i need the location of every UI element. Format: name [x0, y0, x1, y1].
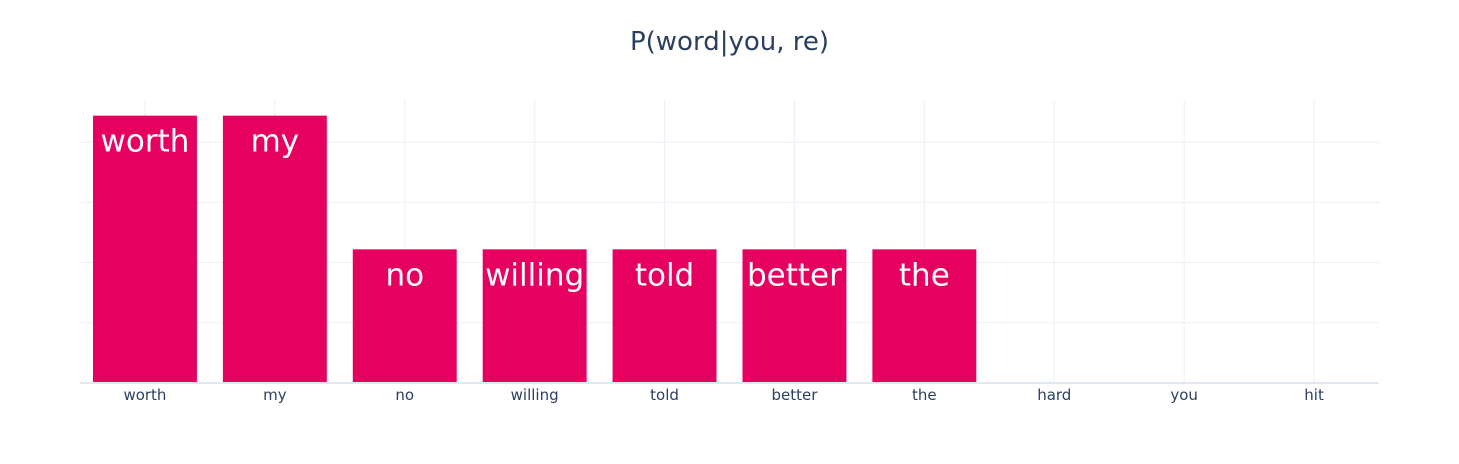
- x-tick-label-the: the: [912, 386, 937, 404]
- x-axis-tick-labels: worth my no willing told better the hard you hit: [123, 386, 1324, 404]
- x-tick-label-worth: worth: [123, 386, 166, 404]
- x-tick-label-my: my: [263, 386, 287, 404]
- x-tick-label-no: no: [395, 386, 414, 404]
- bar-label-my: my: [251, 124, 300, 160]
- x-tick-label-told: told: [650, 386, 679, 404]
- bar-label-willing: willing: [485, 257, 584, 293]
- x-tick-label-hard: hard: [1037, 386, 1071, 404]
- chart-title: P(word|you, re): [630, 27, 829, 57]
- bar-label-no: no: [385, 257, 424, 293]
- bar-chart: P(word|you, re) worth my no willing told bett…: [80, 27, 1379, 404]
- x-tick-label-willing: willing: [511, 386, 559, 404]
- x-tick-label-you: you: [1170, 386, 1198, 404]
- x-tick-label-better: better: [771, 386, 818, 404]
- bar-label-the: the: [899, 257, 950, 293]
- bar-label-worth: worth: [101, 124, 190, 160]
- bar-label-better: better: [747, 257, 842, 293]
- bar-label-told: told: [635, 257, 694, 293]
- x-tick-label-hit: hit: [1304, 386, 1324, 404]
